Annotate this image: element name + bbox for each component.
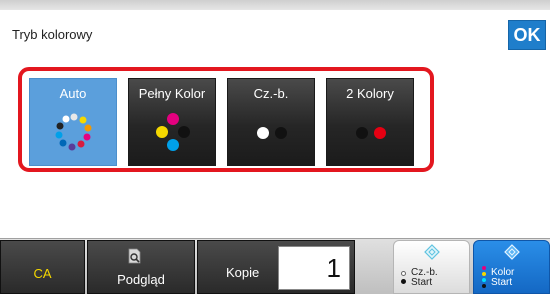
preview-icon <box>128 248 141 264</box>
color-black-dot <box>482 284 486 288</box>
mode-black-white-label: Cz.-b. <box>253 86 289 101</box>
copies-count-field[interactable]: 1 <box>278 246 350 290</box>
auto-color-icon <box>55 113 92 151</box>
bw-black-dot <box>401 279 406 284</box>
copies-label: Kopie <box>226 265 260 280</box>
mode-full-color-button[interactable]: Pełny Kolor <box>128 78 216 166</box>
start-color-button[interactable]: Kolor Start <box>473 240 550 294</box>
clear-all-button[interactable]: CA <box>0 240 85 294</box>
start-color-start: Start <box>491 277 513 288</box>
full-color-icon <box>156 113 190 151</box>
black-white-icon <box>257 127 287 139</box>
color-yellow-dot <box>482 272 486 276</box>
clear-all-label: CA <box>33 266 52 281</box>
start-color-label: Kolor Start <box>491 268 514 288</box>
ok-button[interactable]: OK <box>508 20 546 50</box>
preview-label: Podgląd <box>117 272 165 287</box>
start-bw-button[interactable]: Cz.-b. Start <box>393 240 470 294</box>
color-mode-group: Auto Pełny Kolor Cz.-b. 2 Kolory <box>18 67 434 172</box>
start-diamond-icon <box>424 244 440 260</box>
start-bw-label: Cz.-b. Start <box>411 268 438 288</box>
mode-auto-label: Auto <box>59 86 87 101</box>
bw-white-dot <box>401 271 406 276</box>
start-bw-start: Start <box>411 277 433 288</box>
mode-two-color-label: 2 Kolory <box>346 86 394 101</box>
copies-button[interactable]: Kopie 1 <box>197 240 355 294</box>
mode-full-color-label: Pełny Kolor <box>138 86 206 101</box>
mode-auto-button[interactable]: Auto <box>29 78 117 166</box>
start-diamond-icon <box>504 244 520 260</box>
color-cyan-dot <box>482 278 486 282</box>
mode-black-white-button[interactable]: Cz.-b. <box>227 78 315 166</box>
page-title: Tryb kolorowy <box>12 27 93 42</box>
top-strip <box>0 0 550 10</box>
color-magenta-dot <box>482 266 486 270</box>
preview-button[interactable]: Podgląd <box>87 240 195 294</box>
two-color-icon <box>356 127 386 139</box>
mode-two-color-button[interactable]: 2 Kolory <box>326 78 414 166</box>
